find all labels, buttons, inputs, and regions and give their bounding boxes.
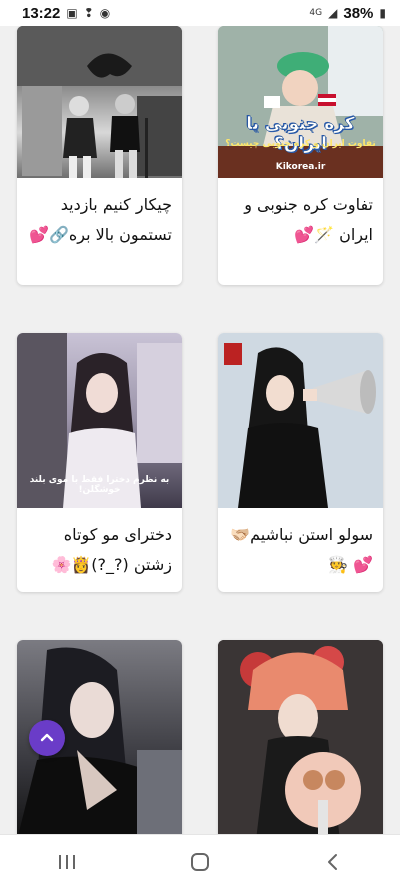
system-nav-bar [0,834,400,889]
scroll-top-button[interactable] [29,720,65,756]
back-icon [328,854,338,870]
notification-icon: ❢ [83,6,94,20]
network-label: 4G [309,8,323,18]
app-icon: ◉ [99,6,111,20]
post-title[interactable]: سولو استن نباشیم🫱🏻‍🫲🏼💕 🧑‍🍳 [218,508,383,588]
post-card[interactable] [218,640,383,834]
battery-level: 38% [343,4,374,22]
recent-apps-icon [58,855,75,869]
post-card[interactable]: به نظرم دخترا فقط با موی بلند خوشگلن! دخ… [17,333,182,592]
recent-apps-button[interactable] [37,842,97,882]
post-card[interactable]: سولو استن نباشیم🫱🏻‍🫲🏼💕 🧑‍🍳 [218,333,383,592]
home-icon [190,853,209,871]
post-thumbnail[interactable] [218,640,383,834]
gallery-icon: ▣ [66,6,78,20]
battery-icon: ▮ [379,6,386,20]
post-thumbnail[interactable]: کره جنوبی یا ایران؟ تفاوت ایران و کره جن… [218,26,383,178]
home-button[interactable] [170,842,230,882]
post-title[interactable]: چیکار کنیم بازدید تستمون بالا بره🔗💕 [17,178,182,258]
back-button[interactable] [303,842,363,882]
post-thumbnail[interactable] [218,333,383,508]
post-title[interactable]: تفاوت کره جنوبی و ایران 🪄💕 [218,178,383,258]
post-watermark: Kikorea.ir [275,162,326,172]
status-bar: 13:22 ▣ ❢ ◉ 4G ◢ 38% ▮ [0,0,400,26]
chevron-up-icon [40,733,54,742]
signal-icon: ◢ [328,6,338,20]
post-overlay-caption: به نظرم دخترا فقط با موی بلند خوشگلن! [29,475,170,495]
status-time: 13:22 [22,4,61,22]
post-card[interactable]: کره جنوبی یا ایران؟ تفاوت ایران و کره جن… [218,26,383,285]
post-overlay-subtitle: تفاوت ایران و کره جنوبی چیست؟ [225,139,376,149]
post-card[interactable]: چیکار کنیم بازدید تستمون بالا بره🔗💕 [17,26,182,285]
post-thumbnail[interactable] [17,26,182,178]
post-feed[interactable]: چیکار کنیم بازدید تستمون بالا بره🔗💕 کره … [0,26,400,834]
post-title[interactable]: دخترای مو کوتاه زشتن (?_?)👸🌸 [17,508,182,588]
post-thumbnail[interactable]: به نظرم دخترا فقط با موی بلند خوشگلن! [17,333,182,508]
